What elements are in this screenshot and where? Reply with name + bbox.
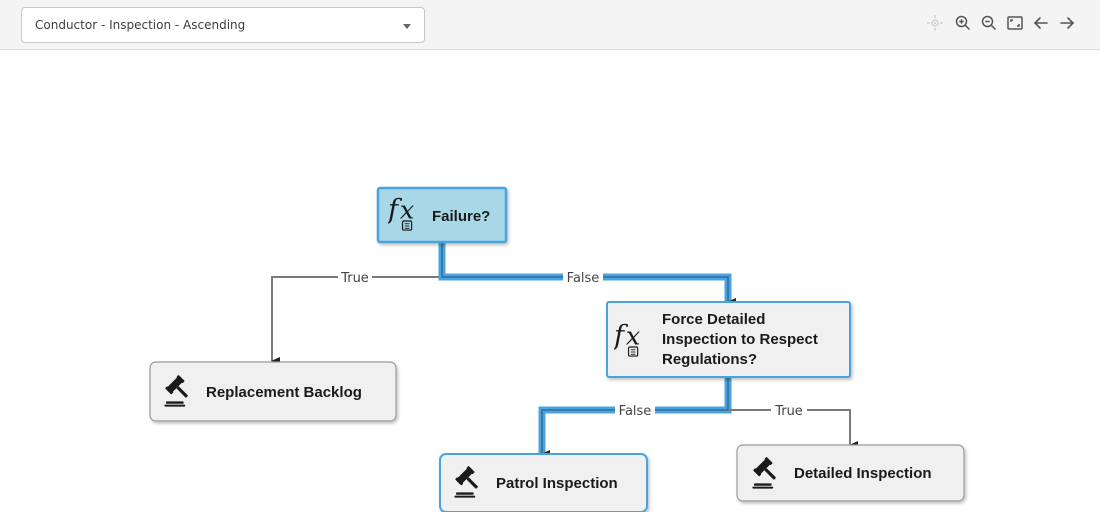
edge-failure-false: False <box>438 242 736 306</box>
function-icon <box>614 319 641 357</box>
edge-failure-true: True <box>271 242 443 365</box>
node-force-title-line-1: Force Detailed <box>662 311 765 328</box>
node-replacement-backlog[interactable]: Replacement Backlog <box>149 361 397 422</box>
node-failure-title: Failure? <box>432 208 490 225</box>
node-patrol-inspection[interactable]: Patrol Inspection <box>439 453 648 512</box>
edge-label-false: False <box>567 271 600 286</box>
node-force-title-line-2: Inspection to Respect <box>662 331 818 348</box>
node-replacement-backlog-title: Replacement Backlog <box>206 384 362 401</box>
edge-label-true: True <box>340 271 369 286</box>
edge-label-true-2: True <box>774 404 803 419</box>
node-detailed-inspection[interactable]: Detailed Inspection <box>736 444 965 502</box>
function-icon <box>388 193 415 231</box>
node-detailed-inspection-title: Detailed Inspection <box>794 465 932 482</box>
node-failure[interactable]: Failure? <box>376 186 508 244</box>
edge-force-true: True <box>728 401 858 449</box>
edge-force-false: False <box>538 377 732 458</box>
node-patrol-inspection-title: Patrol Inspection <box>496 475 618 492</box>
node-force-title-line-3: Regulations? <box>662 351 757 368</box>
edge-label-false-2: False <box>619 404 652 419</box>
node-force-detailed-inspection[interactable]: Force Detailed Inspection to Respect Reg… <box>606 301 851 378</box>
decision-tree-canvas: f x True False False True Failu <box>149 186 965 512</box>
